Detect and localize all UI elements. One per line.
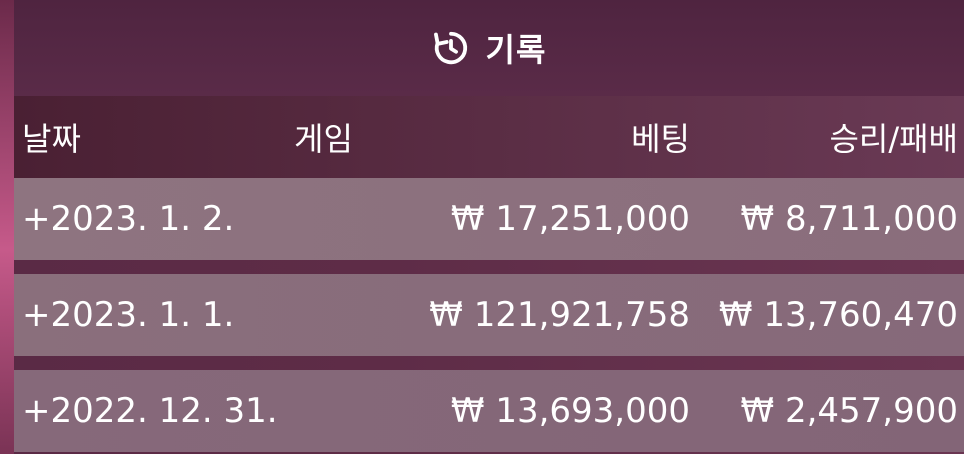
row-date: +2022. 12. 31. [22,391,278,431]
row-date: +2023. 1. 2. [22,199,235,239]
background-artwork-edge [0,0,14,454]
history-icon [433,31,467,65]
row-win-loss: ₩ 13,760,470 [718,295,958,335]
row-date: +2023. 1. 1. [22,295,235,335]
page-title: 기록 [485,31,547,69]
row-bet: ₩ 17,251,000 [450,199,690,239]
row-win-loss: ₩ 2,457,900 [740,391,958,431]
table-header: 날짜 게임 베팅 승리/패배 [14,96,964,178]
row-bet: ₩ 13,693,000 [450,391,690,431]
table-row[interactable]: +2022. 12. 31. ₩ 13,693,000 ₩ 2,457,900 [14,370,964,452]
table-row[interactable]: +2023. 1. 2. ₩ 17,251,000 ₩ 8,711,000 [14,178,964,260]
row-win-loss: ₩ 8,711,000 [740,199,958,239]
column-header-game[interactable]: 게임 [294,96,353,178]
table-row[interactable]: +2023. 1. 1. ₩ 121,921,758 ₩ 13,760,470 [14,274,964,356]
column-header-date[interactable]: 날짜 [22,96,81,178]
row-bet: ₩ 121,921,758 [429,295,690,335]
title-bar: 기록 [14,0,964,96]
column-header-bet[interactable]: 베팅 [631,96,690,178]
history-panel: 기록 날짜 게임 베팅 승리/패배 +2023. 1. 2. ₩ 17,251,… [14,0,964,454]
column-header-win-loss[interactable]: 승리/패배 [829,96,958,178]
